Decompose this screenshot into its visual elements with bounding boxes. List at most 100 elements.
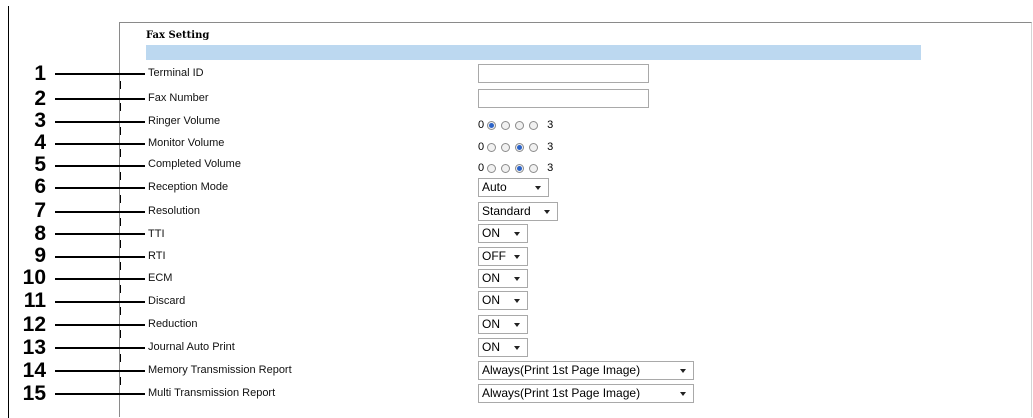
callout-tick xyxy=(120,330,121,338)
chevron-down-icon xyxy=(514,298,520,303)
resolution-value: Standard xyxy=(482,204,531,218)
memory-transmission-report-select[interactable]: Always(Print 1st Page Image) xyxy=(478,361,694,380)
fax-number-label: Fax Number xyxy=(148,92,209,104)
callout-2: 2 xyxy=(34,87,46,110)
callout-14: 14 xyxy=(22,359,46,382)
callout-tick xyxy=(120,195,121,203)
chevron-down-icon xyxy=(514,254,520,259)
callout-7: 7 xyxy=(34,199,46,222)
callout-line xyxy=(55,73,145,75)
reception-mode-select[interactable]: Auto xyxy=(478,178,549,197)
chevron-down-icon xyxy=(514,345,520,350)
discard-select[interactable]: ON xyxy=(478,291,528,310)
volume-max-label: 3 xyxy=(547,162,554,174)
chevron-down-icon xyxy=(535,185,541,190)
resolution-select[interactable]: Standard xyxy=(478,202,558,221)
completed-volume-radio[interactable] xyxy=(529,163,539,173)
resolution-label: Resolution xyxy=(148,205,200,217)
journal-auto-print-label: Journal Auto Print xyxy=(148,341,235,353)
callout-6: 6 xyxy=(34,175,46,198)
callout-line xyxy=(55,278,145,280)
callout-12: 12 xyxy=(22,313,46,336)
callout-5: 5 xyxy=(34,153,46,176)
tti-label: TTI xyxy=(148,228,165,240)
chevron-down-icon xyxy=(544,209,550,214)
chevron-down-icon xyxy=(514,231,520,236)
monitor-volume-radio[interactable] xyxy=(529,142,539,152)
ecm-select[interactable]: ON xyxy=(478,269,528,288)
callout-line xyxy=(55,143,145,145)
reception-mode-label: Reception Mode xyxy=(148,181,229,193)
callout-line xyxy=(55,256,145,258)
completed-volume-radio[interactable] xyxy=(501,163,511,173)
multi-transmission-report-select[interactable]: Always(Print 1st Page Image) xyxy=(478,384,694,403)
reduction-value: ON xyxy=(482,317,500,331)
discard-value: ON xyxy=(482,293,500,307)
callout-line xyxy=(55,211,145,213)
callout-tick xyxy=(120,285,121,293)
callout-3: 3 xyxy=(34,109,46,132)
chevron-down-icon xyxy=(514,322,520,327)
ecm-value: ON xyxy=(482,271,500,285)
callout-line xyxy=(55,370,145,372)
ringer-volume-radio[interactable] xyxy=(515,120,525,130)
tti-value: ON xyxy=(482,226,500,240)
callout-tick xyxy=(120,172,121,180)
journal-auto-print-value: ON xyxy=(482,340,500,354)
callout-9: 9 xyxy=(34,244,46,267)
callout-4: 4 xyxy=(34,131,46,154)
ecm-label: ECM xyxy=(148,272,173,284)
callout-11: 11 xyxy=(23,289,46,312)
memory-transmission-report-value: Always(Print 1st Page Image) xyxy=(482,363,641,377)
completed-volume-radio-group: 0 3 xyxy=(478,162,553,174)
rti-value: OFF xyxy=(482,249,506,263)
callout-line xyxy=(55,98,145,100)
monitor-volume-radio[interactable] xyxy=(515,142,525,152)
terminal-id-label: Terminal ID xyxy=(148,67,204,79)
callout-tick xyxy=(120,127,121,135)
completed-volume-radio[interactable] xyxy=(515,163,525,173)
volume-max-label: 3 xyxy=(547,119,554,131)
reception-mode-value: Auto xyxy=(482,180,507,194)
reduction-select[interactable]: ON xyxy=(478,315,528,334)
monitor-volume-radio[interactable] xyxy=(487,142,497,152)
ringer-volume-radio[interactable] xyxy=(487,120,497,130)
monitor-volume-radio[interactable] xyxy=(501,142,511,152)
rti-label: RTI xyxy=(148,250,166,262)
chevron-down-icon xyxy=(514,276,520,281)
callout-line xyxy=(55,301,145,303)
journal-auto-print-select[interactable]: ON xyxy=(478,338,528,357)
callout-15: 15 xyxy=(22,382,46,405)
callout-line xyxy=(55,165,145,167)
callout-tick xyxy=(120,262,121,270)
memory-transmission-report-label: Memory Transmission Report xyxy=(148,364,292,376)
section-header-bar xyxy=(146,45,921,60)
callout-8: 8 xyxy=(34,222,46,245)
callout-tick xyxy=(120,218,121,226)
callout-tick xyxy=(120,307,121,315)
volume-min-label: 0 xyxy=(478,162,485,174)
callout-line xyxy=(55,324,145,326)
volume-min-label: 0 xyxy=(478,119,485,131)
callout-tick xyxy=(120,377,121,385)
callout-tick xyxy=(120,240,121,248)
monitor-volume-radio-group: 0 3 xyxy=(478,141,553,153)
ringer-volume-radio[interactable] xyxy=(529,120,539,130)
callout-13: 13 xyxy=(22,336,46,359)
fax-number-input[interactable] xyxy=(478,89,649,108)
chevron-down-icon xyxy=(680,391,686,396)
tti-select[interactable]: ON xyxy=(478,224,528,243)
terminal-id-input[interactable] xyxy=(478,64,649,83)
callout-line xyxy=(55,187,145,189)
ringer-volume-label: Ringer Volume xyxy=(148,115,221,127)
callout-line xyxy=(55,347,145,349)
rti-select[interactable]: OFF xyxy=(478,247,528,266)
monitor-volume-label: Monitor Volume xyxy=(148,137,225,149)
callout-1: 1 xyxy=(34,62,46,85)
ringer-volume-radio[interactable] xyxy=(501,120,511,130)
completed-volume-label: Completed Volume xyxy=(148,158,241,170)
section-title: Fax Setting xyxy=(146,30,210,41)
volume-max-label: 3 xyxy=(547,141,554,153)
completed-volume-radio[interactable] xyxy=(487,163,497,173)
callout-tick xyxy=(120,354,121,362)
